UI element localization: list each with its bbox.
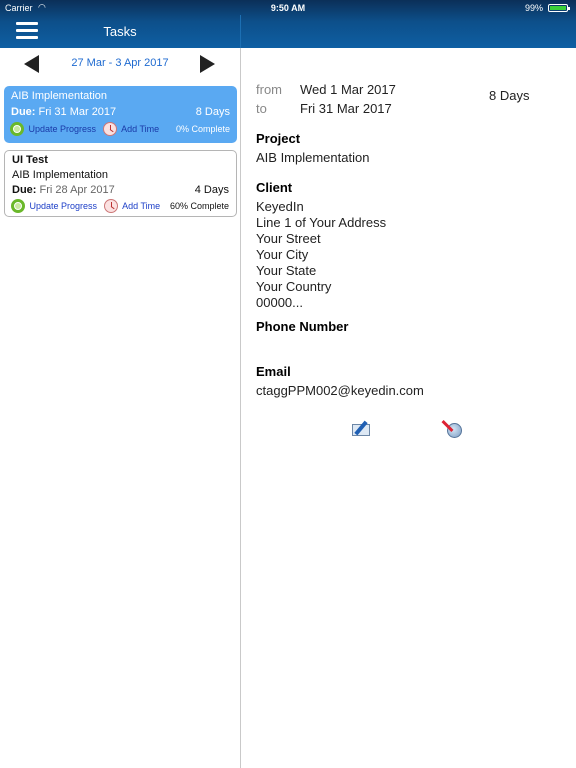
- clock-time: 9:50 AM: [270, 3, 306, 13]
- client-line: Line 1 of Your Address: [256, 215, 387, 230]
- page-title: Tasks: [103, 24, 137, 39]
- task-days: 4 Days: [194, 184, 229, 196]
- arrow-right-icon[interactable]: [200, 55, 215, 73]
- add-time-link[interactable]: Add Time: [121, 124, 159, 134]
- to-label: to: [256, 101, 267, 116]
- due-label: Due:: [12, 184, 37, 196]
- battery-percent: 99%: [524, 3, 543, 13]
- task-card-selected[interactable]: AIB Implementation Due: Fri 31 Mar 2017 …: [4, 86, 237, 143]
- to-date: Fri 31 Mar 2017: [300, 101, 392, 116]
- project-heading: Project: [256, 131, 301, 146]
- percent-complete: 0% Complete: [175, 124, 230, 134]
- task-card[interactable]: UI Test AIB Implementation Due: Fri 28 A…: [4, 150, 237, 217]
- from-date: Wed 1 Mar 2017: [300, 82, 396, 97]
- task-actions: Update Progress Add Time: [10, 122, 159, 136]
- email-heading: Email: [256, 364, 291, 379]
- client-line: 00000...: [256, 295, 303, 310]
- task-list-pane: 27 Mar - 3 Apr 2017 AIB Implementation D…: [0, 48, 240, 768]
- task-days: 8 Days: [195, 106, 230, 118]
- client-line: Your State: [256, 263, 317, 278]
- compose-email-icon[interactable]: [351, 419, 373, 439]
- clock-icon[interactable]: [102, 122, 117, 136]
- add-time-link[interactable]: Add Time: [122, 201, 160, 211]
- globe-compass-icon[interactable]: [441, 418, 467, 440]
- due-date: Fri 31 Mar 2017: [38, 106, 117, 118]
- email-address[interactable]: ctaggPPM002@keyedin.com: [256, 383, 424, 398]
- percent-complete: 60% Complete: [169, 201, 229, 211]
- progress-ring-icon[interactable]: [11, 199, 25, 213]
- status-bar: Carrier ◠ 9:50 AM 99%: [0, 0, 576, 15]
- clock-icon[interactable]: [103, 199, 118, 213]
- client-line: Your Street: [256, 231, 321, 246]
- arrow-left-icon[interactable]: [24, 55, 39, 73]
- due-label: Due:: [11, 106, 36, 118]
- project-name: AIB Implementation: [256, 150, 370, 165]
- phone-heading: Phone Number: [256, 319, 349, 334]
- task-actions: Update Progress Add Time: [11, 199, 160, 213]
- task-due: Due: Fri 28 Apr 2017: [12, 184, 115, 196]
- week-range-label[interactable]: 27 Mar - 3 Apr 2017: [50, 57, 190, 69]
- update-progress-link[interactable]: Update Progress: [29, 124, 97, 134]
- week-navigator: 27 Mar - 3 Apr 2017: [0, 48, 240, 80]
- pane-divider: [240, 48, 241, 768]
- task-title: AIB Implementation: [11, 90, 107, 102]
- from-label: from: [256, 82, 282, 97]
- top-bar: Carrier ◠ 9:50 AM 99% Tasks: [0, 0, 576, 48]
- duration-days: 8 Days: [489, 88, 530, 103]
- client-line: Your Country: [256, 279, 332, 294]
- task-title: UI Test: [12, 154, 48, 166]
- task-project: AIB Implementation: [12, 169, 108, 181]
- client-line: KeyedIn: [256, 199, 304, 214]
- update-progress-link[interactable]: Update Progress: [30, 201, 98, 211]
- battery-icon: [548, 4, 570, 12]
- client-line: Your City: [256, 247, 309, 262]
- progress-ring-icon[interactable]: [10, 122, 24, 136]
- task-due: Due: Fri 31 Mar 2017: [11, 106, 116, 118]
- header-divider: [240, 15, 241, 48]
- client-heading: Client: [256, 180, 293, 195]
- due-date: Fri 28 Apr 2017: [39, 184, 115, 196]
